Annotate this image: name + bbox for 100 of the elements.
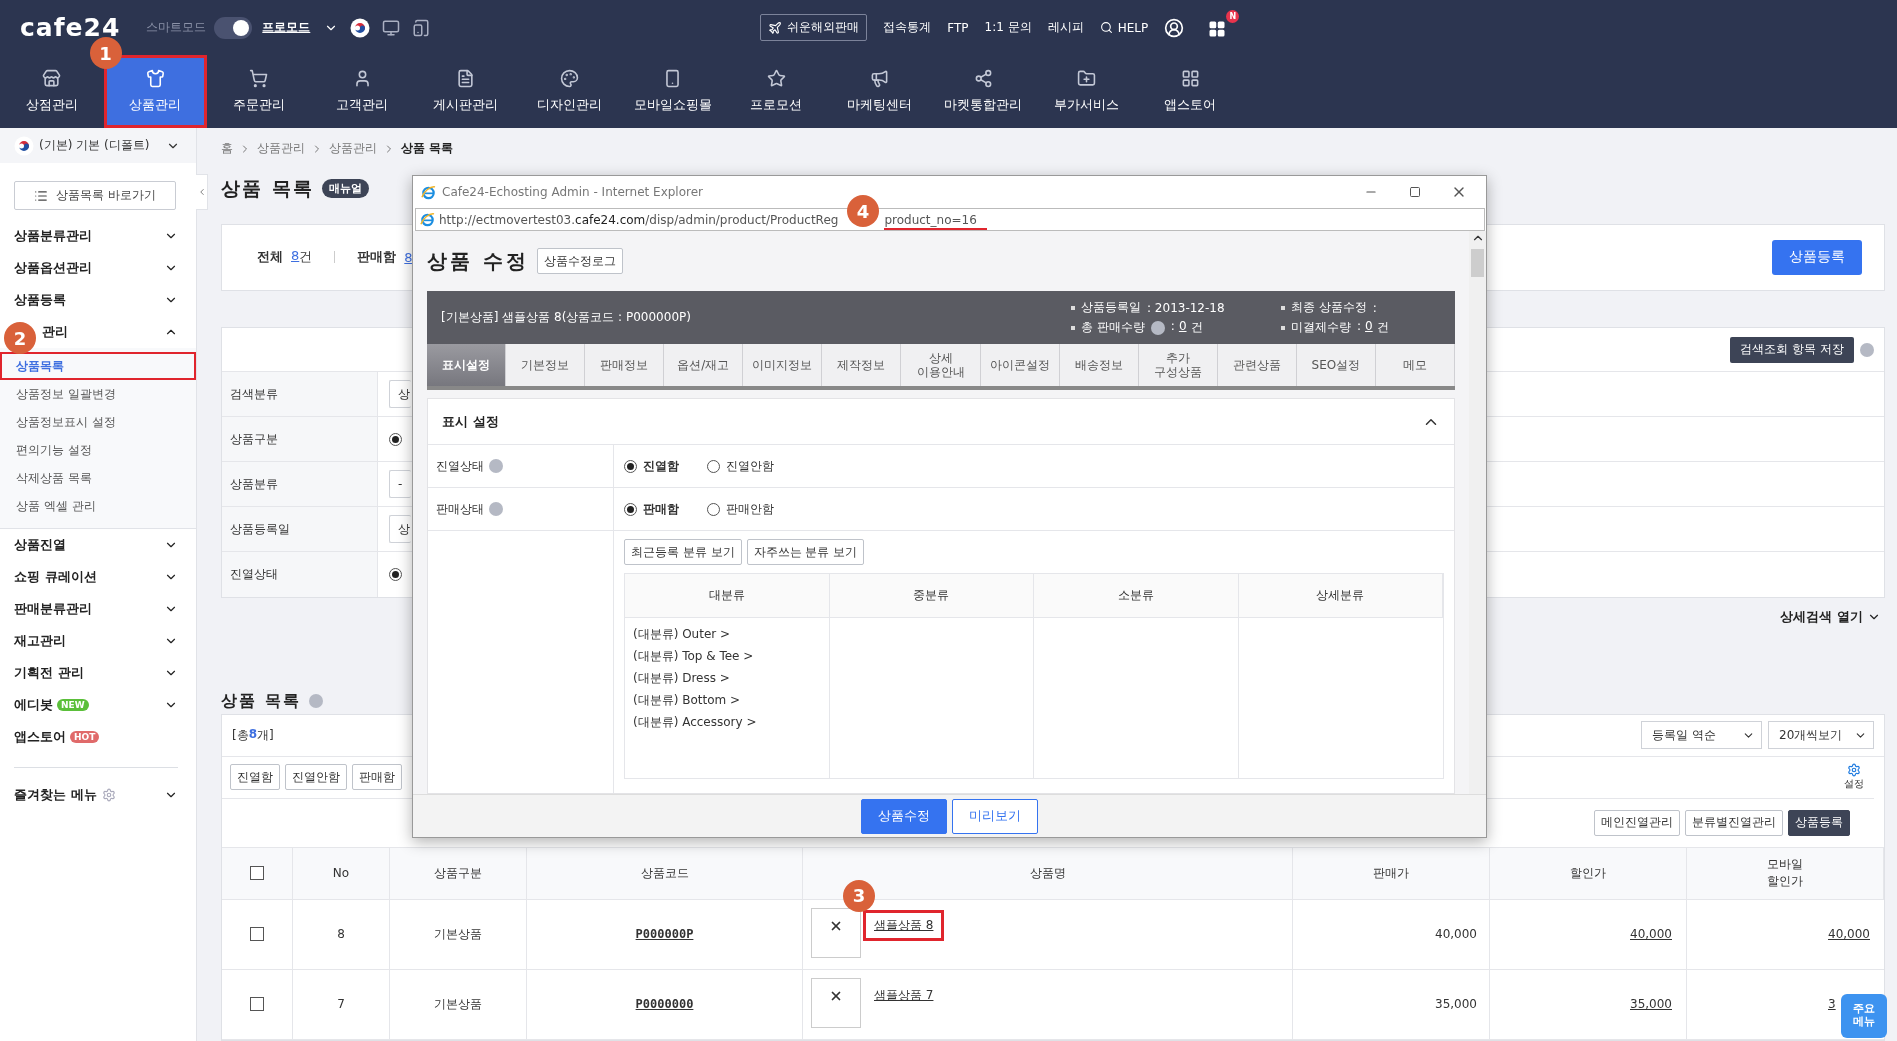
settings-button[interactable]: 설정	[1844, 763, 1864, 792]
header-link[interactable]: FTP	[947, 20, 969, 35]
detail-search-toggle[interactable]: 상세검색 열기	[1780, 608, 1881, 627]
menu-group-label[interactable]: 재고관리	[14, 632, 66, 650]
footer-button[interactable]: 상품수정	[861, 798, 947, 834]
nav-item[interactable]: 게시판관리	[414, 55, 518, 128]
tab[interactable]: 표시설정	[427, 344, 507, 386]
header-link[interactable]: 접속통계	[883, 19, 932, 36]
radio-button[interactable]	[707, 459, 720, 473]
price-link[interactable]: 3	[1828, 997, 1836, 1012]
smart-mode-toggle[interactable]	[214, 16, 253, 39]
category-item[interactable]: (대분류) Accessory >	[633, 714, 821, 731]
help-link[interactable]: HELP	[1099, 20, 1149, 35]
menu-group-label[interactable]: 상품진열	[14, 536, 66, 554]
category-view-button[interactable]: 자주쓰는 분류 보기	[746, 539, 865, 565]
row-checkbox[interactable]	[250, 997, 264, 1012]
action-button[interactable]: 진열함	[230, 764, 280, 791]
summary-count[interactable]: 8	[404, 249, 413, 265]
sort-select[interactable]: 등록일 역순	[1641, 721, 1762, 750]
save-search-button[interactable]: 검색조회 항목 저장	[1730, 336, 1854, 363]
search-select[interactable]: 상	[389, 515, 411, 544]
action-button[interactable]: 진열안함	[285, 764, 347, 791]
nav-item[interactable]: 주문관리	[207, 55, 311, 128]
menu-group-label[interactable]: 상품등록	[14, 291, 66, 309]
global-sales-button[interactable]: 쉬운해외판매	[760, 14, 868, 41]
breadcrumb-link[interactable]: 상품 목록	[401, 140, 454, 158]
user-icon[interactable]	[1164, 17, 1185, 38]
select-all-checkbox[interactable]	[250, 866, 264, 881]
submenu-item[interactable]: 상품 엑셀 관리	[0, 492, 196, 520]
edit-log-button[interactable]: 상품수정로그	[536, 248, 623, 274]
radio-button[interactable]	[389, 432, 402, 446]
category-item[interactable]: (대분류) Outer >	[633, 626, 821, 643]
meta-count[interactable]: 0	[1365, 319, 1373, 336]
product-code-link[interactable]: P000000P	[635, 927, 694, 942]
list-button[interactable]: 상품등록	[1788, 810, 1850, 836]
shortcut-button[interactable]: 상품목록 바로가기	[14, 181, 176, 210]
maximize-icon[interactable]	[1409, 186, 1421, 198]
footer-button[interactable]: 미리보기	[952, 798, 1038, 834]
store-selector[interactable]: (기본) 기본 (디폴트)	[0, 128, 196, 163]
menu-group-label[interactable]: 앱스토어	[14, 728, 66, 746]
manual-badge[interactable]: 매뉴얼	[321, 179, 369, 199]
radio-button[interactable]	[389, 568, 402, 582]
mobile-icon[interactable]	[412, 18, 431, 37]
radio-button[interactable]	[624, 459, 637, 473]
meta-count[interactable]: 0	[1178, 319, 1187, 336]
submenu-item[interactable]: 상품목록	[0, 352, 196, 380]
header-link[interactable]: 레시피	[1047, 19, 1084, 36]
menu-group-label[interactable]: 기획전 관리	[14, 664, 84, 682]
product-code-link[interactable]: P0000000	[635, 997, 694, 1012]
action-button[interactable]: 판매함	[352, 764, 402, 791]
search-select[interactable]: 상	[389, 380, 411, 409]
product-name-link[interactable]: 샘플상품 8	[863, 910, 945, 941]
mode-link[interactable]: 프로모드	[262, 19, 311, 36]
grid-icon	[1180, 69, 1200, 88]
price-link[interactable]: 40,000	[1828, 927, 1870, 942]
price-link[interactable]: 35,000	[1630, 997, 1672, 1012]
page-size-select[interactable]: 20개씩보기	[1768, 721, 1874, 750]
price-link[interactable]: 40,000	[1630, 927, 1672, 942]
register-button[interactable]: 상품등록	[1772, 239, 1862, 275]
monitor-icon[interactable]	[382, 18, 401, 37]
category-view-button[interactable]: 최근등록 분류 보기	[624, 539, 742, 565]
breadcrumb-link[interactable]: 상품관리	[257, 140, 305, 158]
submenu-item[interactable]: 상품정보표시 설정	[0, 408, 196, 436]
menu-group-label[interactable]: 쇼핑 큐레이션	[14, 568, 97, 586]
menu-group-label[interactable]: 판매분류관리	[14, 600, 92, 618]
radio-button[interactable]	[707, 502, 720, 516]
nav-item[interactable]: 부가서비스	[1035, 55, 1139, 128]
nav-item[interactable]: 마켓통합관리	[931, 55, 1035, 128]
apps-icon[interactable]	[1208, 20, 1227, 38]
category-item[interactable]: (대분류) Dress >	[633, 670, 821, 687]
submenu-item[interactable]: 상품정보 일괄변경	[0, 380, 196, 408]
menu-group-label[interactable]: 상품분류관리	[14, 227, 92, 245]
nav-item[interactable]: 마케팅센터	[828, 55, 932, 128]
list-button[interactable]: 분류별진열관리	[1685, 810, 1783, 836]
radio-button[interactable]	[624, 502, 637, 516]
search-label: 상품등록일	[222, 507, 378, 552]
summary-count[interactable]: 8	[291, 248, 300, 267]
list-button[interactable]: 메인진열관리	[1594, 810, 1680, 836]
submenu-item[interactable]: 편의기능 설정	[0, 436, 196, 464]
breadcrumb-link[interactable]: 상품관리	[329, 140, 377, 158]
submenu-item[interactable]: 삭제상품 목록	[0, 464, 196, 492]
breadcrumb-link[interactable]: 홈	[221, 140, 233, 158]
header-link[interactable]: 1:1 문의	[984, 19, 1032, 36]
favorites-menu[interactable]: 즐겨찾는 메뉴	[14, 767, 178, 804]
nav-item[interactable]: 모바일쇼핑몰	[621, 55, 725, 128]
nav-item[interactable]: 고객관리	[310, 55, 414, 128]
menu-group-label[interactable]: 관리	[42, 323, 68, 341]
category-item[interactable]: (대분류) Top & Tee >	[633, 648, 821, 665]
row-checkbox[interactable]	[250, 927, 264, 942]
nav-item[interactable]: 앱스토어	[1138, 55, 1242, 128]
nav-item[interactable]: 프로모션	[724, 55, 828, 128]
product-name-link[interactable]: 샘플상품 7	[863, 980, 945, 1011]
nav-item[interactable]: 디자인관리	[517, 55, 621, 128]
search-select[interactable]: -	[389, 470, 411, 499]
settings-icon	[1847, 763, 1861, 778]
scroll-thumb[interactable]	[1471, 249, 1484, 277]
menu-group-label[interactable]: 에디봇	[14, 696, 53, 714]
menu-group-label[interactable]: 상품옵션관리	[14, 259, 92, 277]
category-item[interactable]: (대분류) Bottom >	[633, 692, 821, 709]
step-badge: 4	[847, 195, 879, 227]
